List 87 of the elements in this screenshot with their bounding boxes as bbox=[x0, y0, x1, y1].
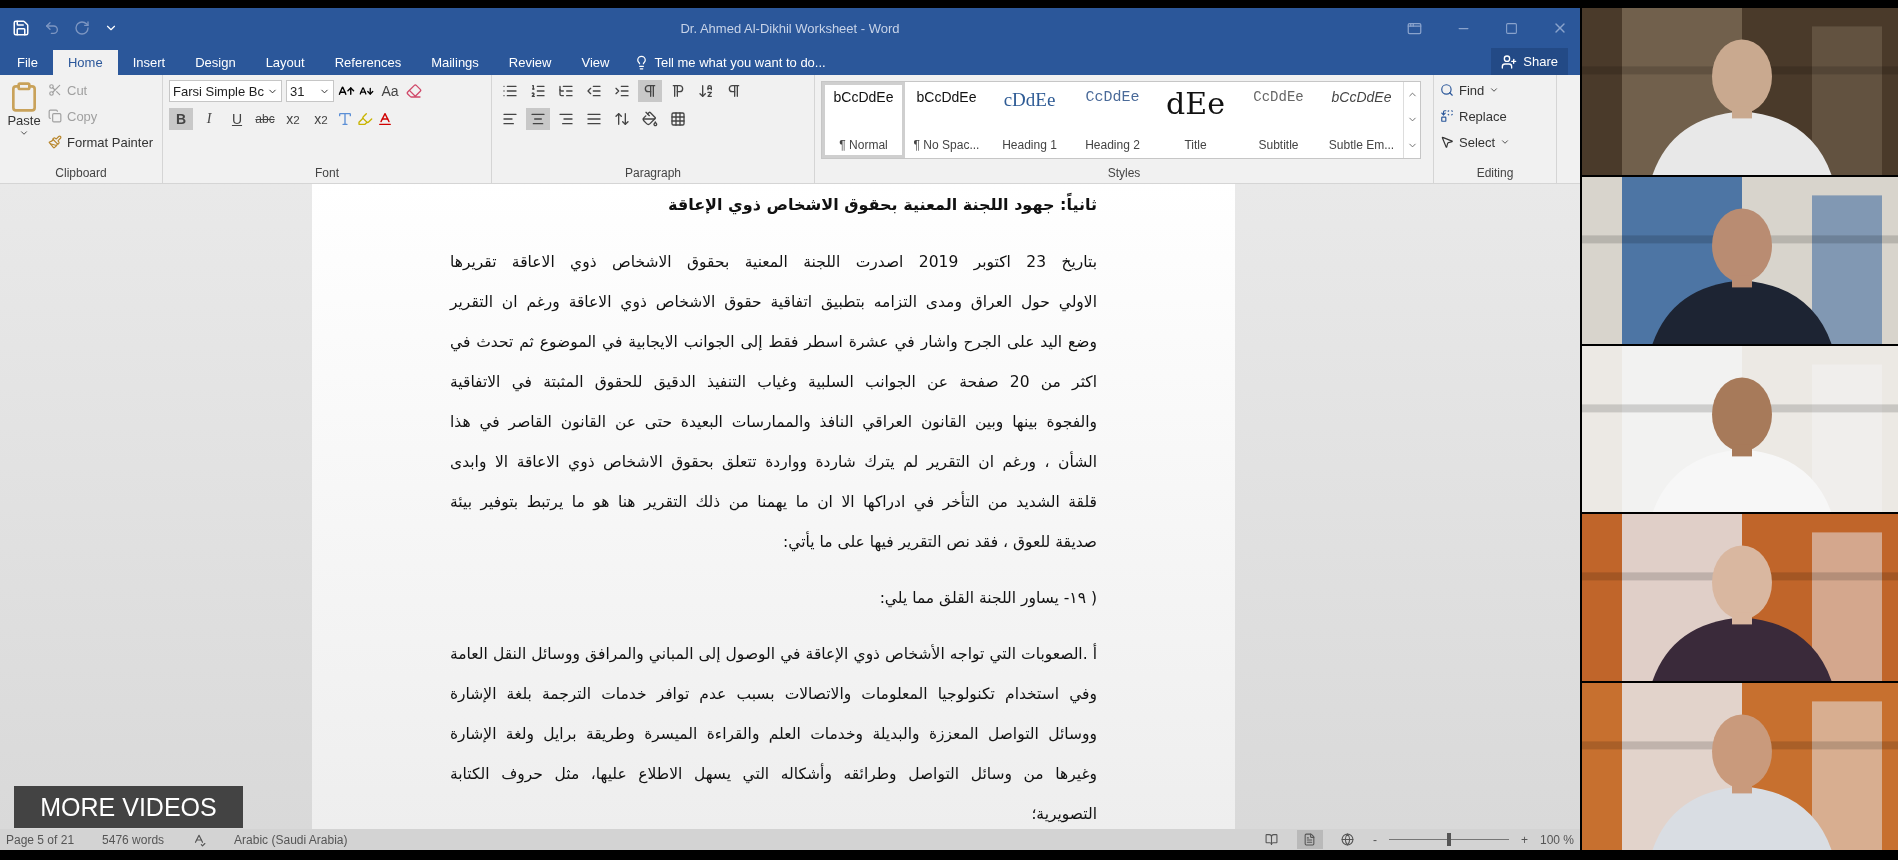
ribbon-tab[interactable]: View bbox=[566, 50, 625, 75]
group-label: Paragraph bbox=[623, 166, 682, 182]
style-item[interactable]: bCcDdEe ¶ Normal bbox=[822, 82, 905, 158]
replace-icon bbox=[1440, 109, 1454, 123]
pointer-icon bbox=[1440, 135, 1454, 149]
left-to-right-button[interactable] bbox=[638, 80, 662, 102]
justify-icon bbox=[586, 111, 602, 127]
copy-icon bbox=[48, 109, 62, 123]
replace-button[interactable]: Replace bbox=[1440, 105, 1511, 127]
ribbon-tab[interactable]: References bbox=[319, 50, 417, 75]
show-marks-icon bbox=[726, 83, 742, 99]
numbering-icon bbox=[530, 83, 546, 99]
format-painter-button[interactable]: Format Painter bbox=[48, 131, 153, 153]
style-item[interactable]: cDdEe Heading 1 bbox=[988, 82, 1071, 158]
bullets-icon bbox=[502, 83, 518, 99]
ribbon-tab[interactable]: Mailings bbox=[416, 50, 494, 75]
right-to-left-icon bbox=[670, 83, 686, 99]
style-item[interactable]: bCcDdEe ¶ No Spac... bbox=[905, 82, 988, 158]
more-videos-button[interactable]: MORE VIDEOS bbox=[14, 786, 243, 828]
caret-icon bbox=[19, 128, 29, 138]
line-spacing-icon bbox=[614, 111, 630, 127]
font-size-field[interactable]: 31 bbox=[286, 80, 334, 102]
align-center-button[interactable] bbox=[526, 108, 550, 130]
caret-icon bbox=[1500, 137, 1511, 147]
group-label: Editing bbox=[1475, 166, 1515, 182]
format-button[interactable]: U bbox=[225, 108, 249, 130]
sort-icon bbox=[698, 83, 714, 99]
caret-icon bbox=[1489, 85, 1500, 95]
search-icon bbox=[1440, 83, 1454, 97]
zoom-thumb[interactable] bbox=[1446, 833, 1451, 846]
font-name-field[interactable]: Farsi Simple Bc bbox=[169, 80, 282, 102]
document-paragraph: ( ١٩- يساور اللجنة القلق مما يلي: bbox=[878, 588, 1097, 610]
group-label: Font bbox=[314, 166, 340, 182]
ribbon-tab[interactable]: Insert bbox=[117, 50, 181, 75]
group-label: Styles bbox=[1106, 166, 1142, 182]
decrease-indent-icon bbox=[586, 83, 602, 99]
align-center-icon bbox=[530, 111, 546, 127]
ribbon-display-icon[interactable] bbox=[1407, 20, 1422, 36]
ribbon-tab[interactable]: Layout bbox=[250, 50, 320, 75]
zoom-in-button[interactable]: + bbox=[1520, 832, 1528, 847]
person-plus-icon bbox=[1501, 53, 1518, 70]
select-button[interactable]: Select bbox=[1440, 131, 1511, 153]
format-button[interactable]: I bbox=[197, 108, 221, 130]
multilevel-list-icon bbox=[558, 83, 574, 99]
ribbon-tab[interactable]: Home bbox=[52, 50, 118, 75]
ribbon-tab[interactable]: File bbox=[2, 50, 53, 75]
document-heading: ثانياً: جهود اللجنة المعنية بحقوق الاشخاص ذوي الإعاقة bbox=[667, 192, 1097, 217]
book-icon bbox=[1265, 833, 1279, 846]
scissors-icon bbox=[48, 83, 62, 97]
style-item[interactable]: CcDdEe Subtitle bbox=[1237, 82, 1320, 158]
format-button[interactable]: abc bbox=[253, 108, 277, 130]
style-item[interactable]: CcDdEe Heading 2 bbox=[1071, 82, 1154, 158]
maximize-icon[interactable] bbox=[1505, 21, 1518, 35]
font-color-icon[interactable] bbox=[377, 111, 393, 127]
increase-indent-icon bbox=[614, 83, 630, 99]
zoom-level[interactable]: 100 % bbox=[1539, 832, 1574, 847]
ribbon-tab[interactable]: Review bbox=[493, 50, 567, 75]
language-label[interactable]: Arabic (Saudi Arabia) bbox=[234, 832, 348, 847]
style-item[interactable]: dEe Title bbox=[1154, 82, 1237, 158]
format-button[interactable]: B bbox=[169, 108, 193, 130]
shading-icon bbox=[642, 111, 658, 127]
group-label: Clipboard bbox=[54, 166, 108, 182]
word-count[interactable]: 5476 words bbox=[102, 832, 165, 847]
save-icon[interactable] bbox=[12, 19, 30, 37]
globe-icon bbox=[1341, 833, 1355, 846]
view-button[interactable] bbox=[1296, 830, 1323, 849]
find-button[interactable]: Find bbox=[1440, 79, 1511, 101]
zoom-out-button[interactable]: - bbox=[1372, 832, 1377, 847]
document-paragraph: بتاريخ 23 اكتوبر 2019 اصدرت اللجنة المعنية بحقوق الاشخاص ذوي الاعاقة تقريرها الاولي حول العراق ومدى التزامه بتطبيق اتفاقية حقوق الاشخاص ذوي الاعاقة ورغم ان التقرير وضع اليد على الجرح واشار في عشرة اسطر فقط إلى الجوانب الايجابية في الموضوع ثم تحدث في اكثر من 20 صفحة عن الجوانب السلبية وغياب التنفيذ الدقيق للحقوق المثبتة في الاتفاقية والفجوة بينها وبين القانون العراقي النافذ والممارسات البعيدة حتى عن القانون القاصر في هذا الشأن ، ورغم ان التقرير لم يترك شاردة وواردة تتعلق بحقوق الاشخاص ذوي الاعاقة الا وابدى قلقة الشديد من التأخر في ادراكها الا ان ما يهمنا من ذلك التقرير هنا هو ما يرتبط بتوفير بيئة صديقة للعوق ، فقد نص التقرير فيها على ما يأتي: bbox=[450, 252, 1097, 554]
borders-icon bbox=[670, 111, 686, 127]
document-paragraph: أ .الصعوبات التي تواجه الأشخاص ذوي الإعاقة في الوصول إلى المباني والمرافق ووسائل النقل العامة وفي استخدام تكنولوجيا المعلومات والاتصالات بسبب عدم توافر خدمات الترجمة بلغة الإشارة ووسائل التواصل المعززة والبديلة وخدمات العلم والقراءة الميسرة وطريقة برايل ولغة الإشارة وغيرها من وسائل التواصل وطرائقه وأشكاله التي يسهل الاطلاع عليها، مثل حروف الكتابة التصويرية؛ bbox=[450, 642, 1097, 825]
window-title: Dr. Ahmed Al-Dikhil Worksheet - Word bbox=[679, 20, 901, 36]
left-to-right-icon bbox=[642, 83, 658, 99]
style-item[interactable]: bCcDdEe Subtle Em... bbox=[1320, 82, 1403, 158]
proofing-icon[interactable] bbox=[192, 832, 207, 847]
brush-icon bbox=[48, 135, 62, 149]
change-case-button[interactable]: Aa bbox=[378, 80, 402, 102]
align-left-icon bbox=[502, 111, 518, 127]
ribbon-tab[interactable]: Design bbox=[180, 50, 251, 75]
share-button[interactable]: Share bbox=[1491, 48, 1568, 75]
text-effects-icon[interactable] bbox=[337, 111, 353, 127]
page-count[interactable]: Page 5 of 21 bbox=[6, 832, 75, 847]
eraser-icon[interactable] bbox=[406, 83, 422, 99]
tell-me-field[interactable]: Tell me what you want to do... bbox=[634, 50, 826, 75]
align-right-icon bbox=[558, 111, 574, 127]
page-icon bbox=[1303, 833, 1317, 846]
paste-button[interactable]: Paste bbox=[6, 79, 42, 166]
